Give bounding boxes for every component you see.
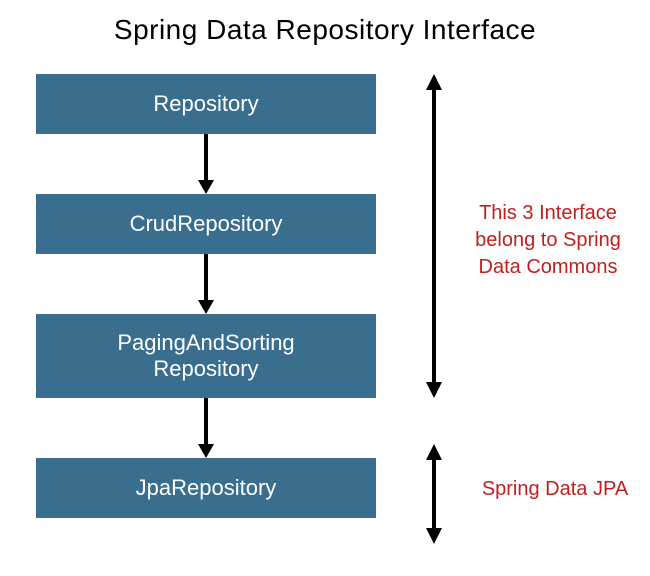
annotation-spring-data-jpa: Spring Data JPA <box>470 476 640 503</box>
box-repository: Repository <box>36 74 376 134</box>
box-paging-and-sorting-repository: PagingAndSorting Repository <box>36 314 376 398</box>
box-label: CrudRepository <box>130 211 283 237</box>
arrow-down-icon <box>196 254 216 314</box>
double-arrow-icon <box>422 74 446 398</box>
arrow-down-icon <box>196 398 216 458</box>
box-label: JpaRepository <box>136 475 277 501</box>
box-label: PagingAndSorting Repository <box>117 330 294 383</box>
annotation-spring-data-commons: This 3 Interface belong to Spring Data C… <box>456 200 640 281</box>
diagram-title: Spring Data Repository Interface <box>0 14 650 46</box>
box-label: Repository <box>153 91 258 117</box>
box-crud-repository: CrudRepository <box>36 194 376 254</box>
double-arrow-icon <box>422 444 446 544</box>
arrow-down-icon <box>196 134 216 194</box>
box-jpa-repository: JpaRepository <box>36 458 376 518</box>
